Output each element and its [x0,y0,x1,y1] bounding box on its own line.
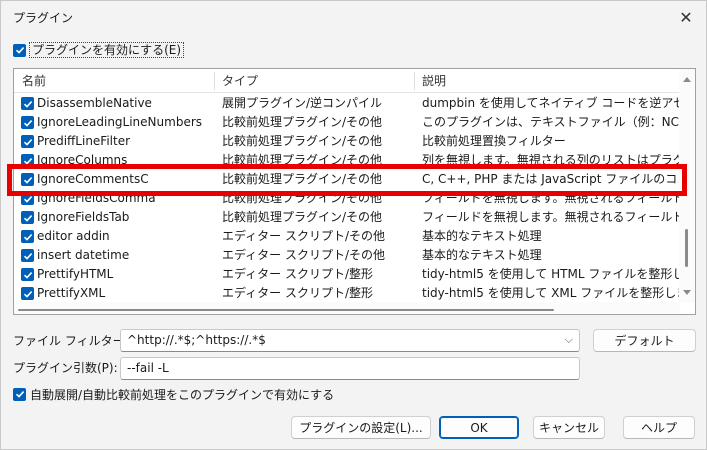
plugin-description: tidy-html5 を使用して HTML ファイルを整形します。引 [422,267,680,281]
column-header-type[interactable]: タイプ [214,69,414,93]
checkmark-icon [13,387,26,401]
scroll-thumb[interactable] [685,229,688,267]
cancel-button[interactable]: キャンセル [533,416,605,439]
title-bar: プラグイン ✕ [1,1,706,33]
plugin-args-input[interactable]: --fail -L [120,357,580,380]
plugin-name: PrettifyHTML [37,267,114,281]
table-row[interactable]: insert datetime エディター スクリプト/その他 基本的なテキスト処理 [14,246,680,265]
plugin-list[interactable]: 名前 タイプ 説明 DisassembleNative 展開プラグイン/逆コンパイ… [13,68,696,315]
plugin-type: 比較前処理プラグイン/その他 [222,172,383,186]
table-row[interactable]: IgnoreColumns 比較前処理プラグイン/その他 列を無視します。無視される… [14,151,680,170]
plugin-type: エディター スクリプト/その他 [222,248,386,262]
row-checkbox[interactable] [21,230,34,243]
plugin-name: PrediffLineFilter [37,134,131,148]
column-header-description[interactable]: 説明 [414,69,680,93]
horizontal-scrollbar[interactable] [14,302,680,314]
file-filter-value: ^http://.*$;^https://.*$ [127,333,266,347]
plugin-type: エディター スクリプト/整形 [222,286,374,300]
auto-enable-checkbox[interactable]: 自動展開/自動比較前処理をこのプラグインで有効にする [13,386,334,402]
plugin-type: 比較前処理プラグイン/その他 [222,115,383,129]
scroll-down-icon[interactable] [683,290,691,295]
table-row[interactable]: editor addin エディター スクリプト/その他 基本的なテキスト処理 [14,227,680,246]
plugin-name: PrettifyXML [37,286,106,300]
plugin-name: IgnoreLeadingLineNumbers [37,115,203,129]
plugin-type: エディター スクリプト/その他 [222,229,386,243]
plugin-description: フィールドを無視します。無視されるフィールドのリストはプ [422,210,680,224]
plugin-description: C, C++, PHP または JavaScript ファイルのコメント (//… [422,172,680,186]
plugin-description: このプラグインは、テキストファイル（例：NCファイルやBA [422,115,680,129]
plugin-type: エディター スクリプト/整形 [222,267,374,281]
enable-plugins-label: プラグインを有効にする(E) [29,42,185,58]
row-checkbox[interactable] [21,135,34,148]
row-checkbox[interactable] [21,287,34,300]
row-checkbox[interactable] [21,249,34,262]
scroll-thumb[interactable] [18,309,554,311]
table-row[interactable]: PrettifyXML エディター スクリプト/整形 tidy-html5 を使用し… [14,284,680,303]
row-checkbox[interactable] [21,116,34,129]
row-checkbox[interactable] [21,173,34,186]
list-header: 名前 タイプ 説明 [14,69,680,93]
row-checkbox[interactable] [21,97,34,110]
chevron-down-icon[interactable]: ⌵ [565,333,573,347]
table-row[interactable]: IgnoreFieldsTab 比較前処理プラグイン/その他 フィールドを無視します… [14,208,680,227]
plugins-dialog: プラグイン ✕ プラグインを有効にする(E) 名前 タイプ 説明 Disasse… [0,0,707,450]
plugin-description: dumpbin を使用してネイティブ コードを逆アセンブルしま [422,96,680,110]
scroll-up-icon[interactable] [683,77,691,82]
plugin-type: 比較前処理プラグイン/その他 [222,153,383,167]
file-filter-label: ファイル フィルター: [13,334,129,348]
plugin-description: フィールドを無視します。無視されるフィールドのリストはプ [422,191,680,205]
plugin-name: IgnoreFieldsTab [37,210,130,224]
plugin-type: 比較前処理プラグイン/その他 [222,210,383,224]
plugin-type: 展開プラグイン/逆コンパイル [222,96,383,110]
plugin-args-value: --fail -L [127,361,169,375]
enable-plugins-checkbox[interactable]: プラグインを有効にする(E) [13,42,185,58]
plugin-description: tidy-html5 を使用して XML ファイルを整形します。引 [422,286,680,300]
plugin-name: IgnoreCommentsC [37,172,149,186]
table-row[interactable]: IgnoreFieldsComma 比較前処理プラグイン/その他 フィールドを無視し… [14,189,680,208]
row-checkbox[interactable] [21,154,34,167]
plugin-name: insert datetime [37,248,130,262]
plugin-name: IgnoreColumns [37,153,128,167]
plugin-settings-button[interactable]: プラグインの設定(L)... [291,416,431,439]
plugin-type: 比較前処理プラグイン/その他 [222,191,383,205]
plugin-description: 基本的なテキスト処理 [422,229,542,243]
table-row[interactable]: DisassembleNative 展開プラグイン/逆コンパイル dumpbin を… [14,94,680,113]
plugin-name: DisassembleNative [37,96,152,110]
plugin-name: editor addin [37,229,110,243]
plugin-args-label: プラグイン引数(P): [13,361,118,375]
table-row[interactable]: PrediffLineFilter 比較前処理プラグイン/その他 比較前処理置換フィ… [14,132,680,151]
plugin-description: 基本的なテキスト処理 [422,248,542,262]
close-button[interactable]: ✕ [666,1,706,33]
row-checkbox[interactable] [21,268,34,281]
column-header-name[interactable]: 名前 [14,69,214,93]
row-checkbox[interactable] [21,211,34,224]
table-row[interactable]: PrettifyHTML エディター スクリプト/整形 tidy-html5 を使用… [14,265,680,284]
list-rows: DisassembleNative 展開プラグイン/逆コンパイル dumpbin を… [14,94,680,303]
file-filter-combobox[interactable]: ^http://.*$;^https://.*$ ⌵ [120,329,580,352]
plugin-description: 比較前処理置換フィルター [422,134,566,148]
auto-enable-label: 自動展開/自動比較前処理をこのプラグインで有効にする [30,387,335,402]
plugin-description: 列を無視します。無視される列のリストはプラグイン ファイ [422,153,680,167]
help-button[interactable]: ヘルプ [623,416,695,439]
plugin-name: IgnoreFieldsComma [37,191,156,205]
table-row[interactable]: IgnoreCommentsC 比較前処理プラグイン/その他 C, C++, PHP… [14,170,680,189]
default-button[interactable]: デフォルト [593,329,696,352]
close-icon: ✕ [679,7,693,27]
vertical-scrollbar[interactable] [679,69,695,303]
plugin-type: 比較前処理プラグイン/その他 [222,134,383,148]
ok-button[interactable]: OK [439,416,519,439]
table-row[interactable]: IgnoreLeadingLineNumbers 比較前処理プラグイン/その他 この… [14,113,680,132]
checkmark-icon [13,43,26,57]
window-title: プラグイン [13,11,74,25]
row-checkbox[interactable] [21,192,34,205]
